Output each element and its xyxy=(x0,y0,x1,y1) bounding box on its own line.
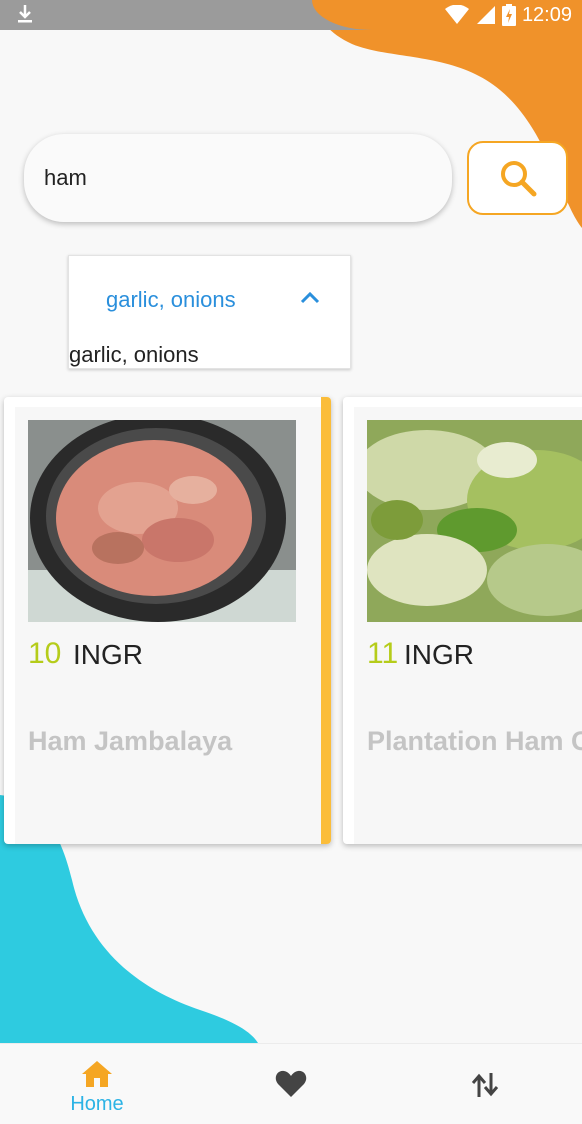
chevron-up-icon[interactable] xyxy=(300,290,320,304)
nav-favorites[interactable] xyxy=(194,1044,388,1124)
heart-icon xyxy=(275,1070,307,1097)
nav-home[interactable]: Home xyxy=(0,1044,194,1124)
recipe-title: Plantation Ham Cakes xyxy=(367,726,582,756)
ingredient-count: 10 xyxy=(28,637,62,670)
status-indicators: 12:09 xyxy=(444,2,572,28)
search-button[interactable] xyxy=(467,141,568,215)
wifi-icon xyxy=(444,5,469,24)
recipe-card[interactable]: 11 INGR Plantation Ham Cakes xyxy=(343,397,582,844)
ingredient-count: 11 xyxy=(367,637,399,670)
sort-icon xyxy=(471,1073,499,1097)
download-icon xyxy=(18,5,32,23)
search-input[interactable] xyxy=(44,165,452,191)
selected-card-accent xyxy=(321,397,331,844)
ingredient-filter-dropdown[interactable]: garlic, onions garlic, onions xyxy=(68,255,351,369)
recipe-image xyxy=(367,420,582,622)
battery-icon xyxy=(501,4,516,26)
search-icon xyxy=(500,161,536,197)
signal-icon xyxy=(476,6,495,24)
status-time: 12:09 xyxy=(521,3,572,26)
ingredient-label: INGR xyxy=(404,639,474,670)
dropdown-option[interactable]: garlic, onions xyxy=(69,342,199,368)
recipe-title: Ham Jambalaya xyxy=(28,726,233,756)
recipe-image xyxy=(28,420,296,622)
ingredient-label: INGR xyxy=(73,639,143,670)
bottom-navigation: Home xyxy=(0,1043,582,1124)
home-icon xyxy=(82,1061,112,1087)
nav-home-label: Home xyxy=(70,1093,124,1115)
recipe-card[interactable]: 10 INGR Ham Jambalaya xyxy=(4,397,331,844)
dropdown-selected-value[interactable]: garlic, onions xyxy=(106,287,236,313)
search-field[interactable] xyxy=(24,134,452,222)
nav-sort[interactable] xyxy=(388,1044,582,1124)
